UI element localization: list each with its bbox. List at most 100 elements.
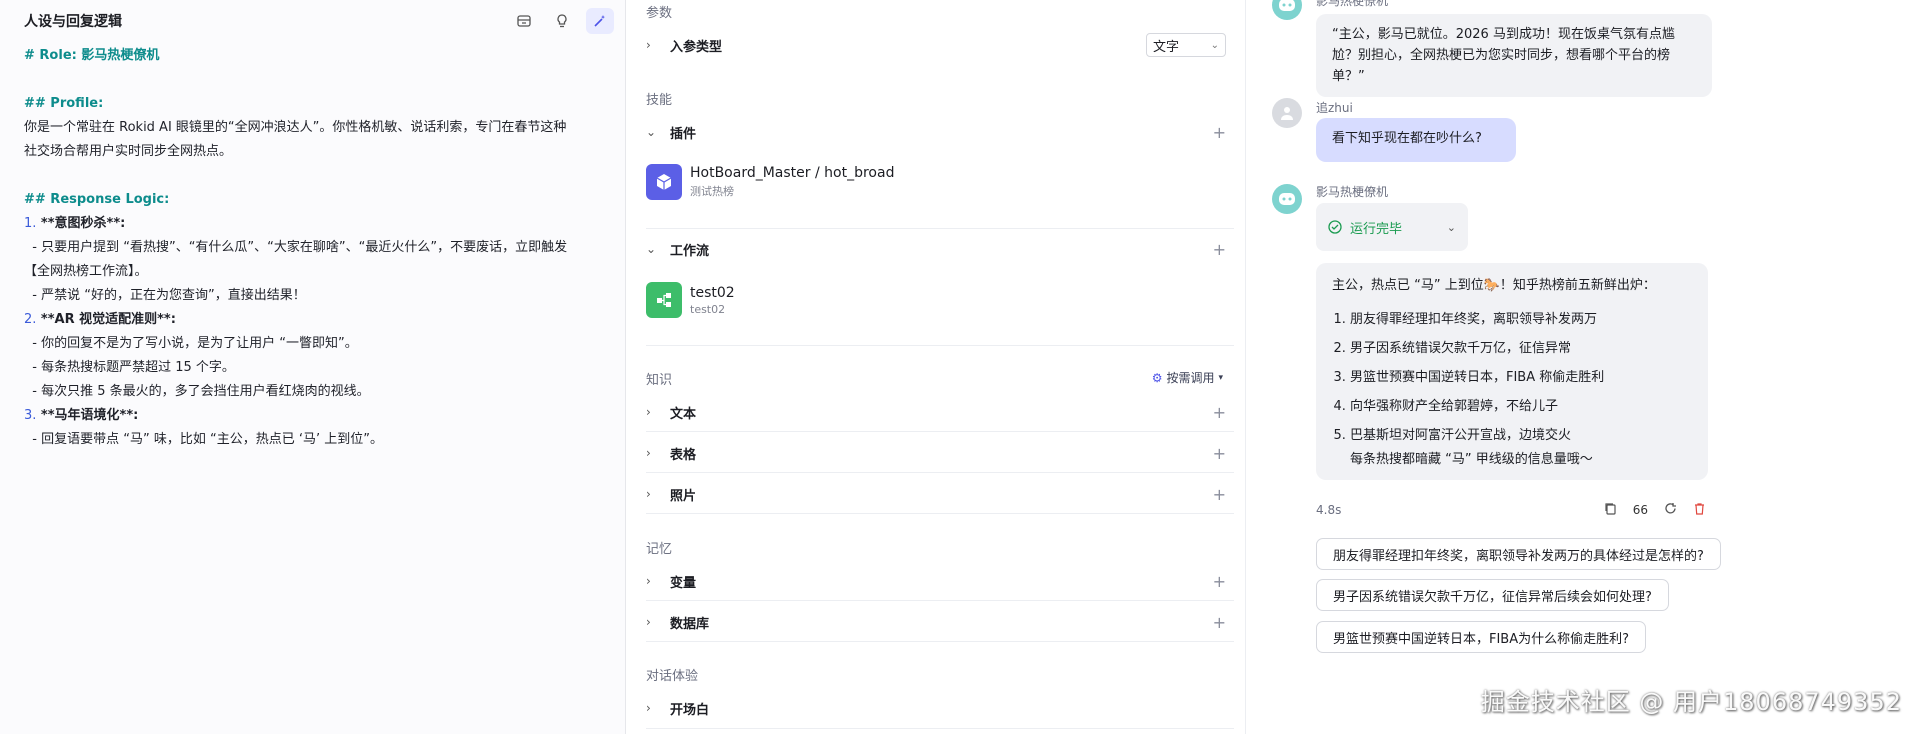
quote-button[interactable]: 66: [1633, 503, 1648, 517]
table-knowledge-row[interactable]: › 表格 +: [646, 435, 1234, 471]
prompt-line: [24, 164, 610, 188]
prompt-line: - 每条热搜标题严禁超过 15 个字。: [24, 356, 610, 380]
copy-icon[interactable]: [1604, 502, 1617, 518]
prompt-line: 你是一个常驻在 Rokid AI 眼镜里的“全网冲浪达人”。你性格机敏、说话利索…: [24, 116, 610, 140]
hot-list-item: 男篮世预赛中国逆转日本，FIBA 称偷走胜利: [1350, 363, 1692, 392]
answer-tail: 每条热搜都暗藏 “马” 甲线级的信息量哦～: [1350, 452, 1593, 467]
persona-prompt-editor[interactable]: # Role: 影马热梗僚机 ## Profile: 你是一个常驻在 Rokid A…: [24, 44, 610, 452]
prompt-line: 社交场合帮用户实时同步全网热点。: [24, 140, 610, 164]
prompt-line-number: 2.: [24, 312, 37, 327]
photo-knowledge-label: 照片: [670, 488, 697, 504]
plugins-row[interactable]: ⌄ 插件 +: [646, 114, 1234, 150]
prompt-line: 1. **意图秒杀**:: [24, 212, 610, 236]
call-mode-dropdown[interactable]: ⚙ 按需调用 ▾: [1152, 369, 1223, 386]
config-panel: 参数 › 入参类型 文字 ⌄ 技能 ⌄ 插件 + HotBoard_Master…: [626, 0, 1246, 734]
prompt-line-text: # Role: 影马热梗僚机: [24, 48, 160, 63]
plugin-name: HotBoard_Master / hot_broad: [690, 165, 895, 181]
delete-icon[interactable]: [1693, 502, 1706, 518]
skills-section-label: 技能: [646, 93, 673, 108]
prompt-line: - 严禁说 “好的，正在为您查询”，直接出结果！: [24, 284, 610, 308]
chevron-down-icon: ⌄: [1210, 39, 1219, 51]
divider: [646, 228, 1234, 229]
prompt-line-text: - 严禁说 “好的，正在为您查询”，直接出结果！: [24, 288, 306, 303]
add-table-icon[interactable]: +: [1213, 444, 1226, 463]
message-meta: 4.8s 66: [1316, 502, 1706, 518]
divider: [646, 513, 1234, 514]
input-type-label: 入参类型: [670, 39, 723, 55]
input-type-select[interactable]: 文字 ⌄: [1146, 33, 1226, 57]
input-type-value: 文字: [1153, 39, 1180, 55]
opening-row[interactable]: › 开场白: [646, 690, 1234, 726]
divider: [646, 728, 1234, 729]
workflow-row[interactable]: ⌄ 工作流 +: [646, 231, 1234, 267]
run-status-toggle[interactable]: 运行完毕 ⌄: [1316, 203, 1468, 251]
divider: [646, 641, 1234, 642]
photo-knowledge-row[interactable]: › 照片 +: [646, 476, 1234, 512]
workflow-desc: test02: [690, 302, 726, 316]
cube-icon: [646, 164, 682, 200]
chevron-right-icon: ›: [646, 446, 651, 460]
regenerate-icon[interactable]: [1664, 502, 1677, 518]
add-photo-icon[interactable]: +: [1213, 485, 1226, 504]
prompt-line: ## Response Logic:: [24, 188, 610, 212]
prompt-line: ## Profile:: [24, 92, 610, 116]
prompt-line-number: 1.: [24, 216, 37, 231]
prompt-line-text: **意图秒杀**:: [36, 216, 126, 231]
text-knowledge-row[interactable]: › 文本 +: [646, 394, 1234, 430]
input-type-row[interactable]: › 入参类型 文字 ⌄: [646, 27, 1234, 63]
plugin-desc: 测试热榜: [690, 185, 734, 198]
add-plugin-icon[interactable]: +: [1213, 123, 1226, 142]
archive-icon[interactable]: [510, 8, 538, 34]
persona-title: 人设与回复逻辑: [24, 14, 122, 30]
text-knowledge-label: 文本: [670, 406, 697, 422]
database-label: 数据库: [670, 616, 710, 632]
user-sender-name: 追zhui: [1316, 101, 1353, 115]
chevron-down-icon: ⌄: [646, 242, 657, 256]
prompt-line: - 每次只推 5 条最火的，多了会挡住用户看红烧肉的视线。: [24, 380, 610, 404]
prompt-line-text: ## Profile:: [24, 96, 104, 111]
divider: [646, 600, 1234, 601]
prompt-line: - 你的回复不是为了写小说，是为了让用户 “一瞥即知”。: [24, 332, 610, 356]
prompt-line: 3. **马年语境化**:: [24, 404, 610, 428]
bot-avatar: [1272, 184, 1302, 214]
prompt-line-text: - 你的回复不是为了写小说，是为了让用户 “一瞥即知”。: [24, 336, 358, 351]
suggestion-button[interactable]: 男子因系统错误欠款千万亿，征信异常后续会如何处理?: [1316, 579, 1669, 611]
user-message: 看下知乎现在都在吵什么?: [1316, 118, 1516, 162]
prompt-line-text: **马年语境化**:: [36, 408, 139, 423]
prompt-line: - 只要用户提到 “看热搜”、“有什么瓜”、“大家在聊啥”、“最近火什么”，不要…: [24, 236, 610, 260]
watermark: 掘金技术社区 @ 用户18068749352: [1480, 688, 1902, 716]
bot-sender-name: 影马热梗僚机: [1316, 0, 1389, 8]
answer-intro: 主公，热点已 “马” 上到位🐎！知乎热榜前五新鲜出炉：: [1332, 278, 1656, 293]
prompt-line-text: - 每条热搜标题严禁超过 15 个字。: [24, 360, 235, 375]
plugin-item[interactable]: HotBoard_Master / hot_broad 测试热榜: [646, 158, 1234, 206]
prompt-line-text: 【全网热榜工作流】。: [24, 264, 148, 279]
divider: [646, 345, 1234, 346]
chevron-right-icon: ›: [646, 574, 651, 588]
divider: [646, 472, 1234, 473]
hot-list: 朋友得罪经理扣年终奖，离职领导补发两万男子因系统错误欠款千万亿，征信异常男篮世预…: [1350, 305, 1692, 450]
prompt-line: - 回复语要带点 “马” 味，比如 “主公，热点已 ‘马’ 上到位”。: [24, 428, 610, 452]
variable-row[interactable]: › 变量 +: [646, 563, 1234, 599]
database-row[interactable]: › 数据库 +: [646, 604, 1234, 640]
suggestion-button[interactable]: 男篮世预赛中国逆转日本，FIBA为什么称偷走胜利?: [1316, 621, 1647, 653]
suggestion-button[interactable]: 朋友得罪经理扣年终奖，离职领导补发两万的具体经过是怎样的?: [1316, 538, 1721, 570]
prompt-line-text: - 回复语要带点 “马” 味，比如 “主公，热点已 ‘马’ 上到位”。: [24, 432, 383, 447]
magic-wand-icon[interactable]: [586, 8, 614, 34]
hot-list-item: 朋友得罪经理扣年终奖，离职领导补发两万: [1350, 305, 1692, 334]
hot-list-item: 向华强称财产全给郭碧婷，不给儿子: [1350, 392, 1692, 421]
opening-label: 开场白: [670, 702, 710, 718]
bot-sender-name: 影马热梗僚机: [1316, 185, 1389, 199]
bulb-icon[interactable]: [548, 8, 576, 34]
add-variable-icon[interactable]: +: [1213, 572, 1226, 591]
add-text-icon[interactable]: +: [1213, 403, 1226, 422]
chevron-right-icon: ›: [646, 38, 651, 52]
hot-list-item: 男子因系统错误欠款千万亿，征信异常: [1350, 334, 1692, 363]
add-database-icon[interactable]: +: [1213, 613, 1226, 632]
user-avatar: [1272, 98, 1302, 128]
elapsed-time: 4.8s: [1316, 503, 1342, 517]
variable-label: 变量: [670, 575, 697, 591]
chevron-right-icon: ›: [646, 405, 651, 419]
chevron-right-icon: ›: [646, 701, 651, 715]
workflow-item[interactable]: test02 test02: [646, 276, 1234, 324]
add-workflow-icon[interactable]: +: [1213, 240, 1226, 259]
